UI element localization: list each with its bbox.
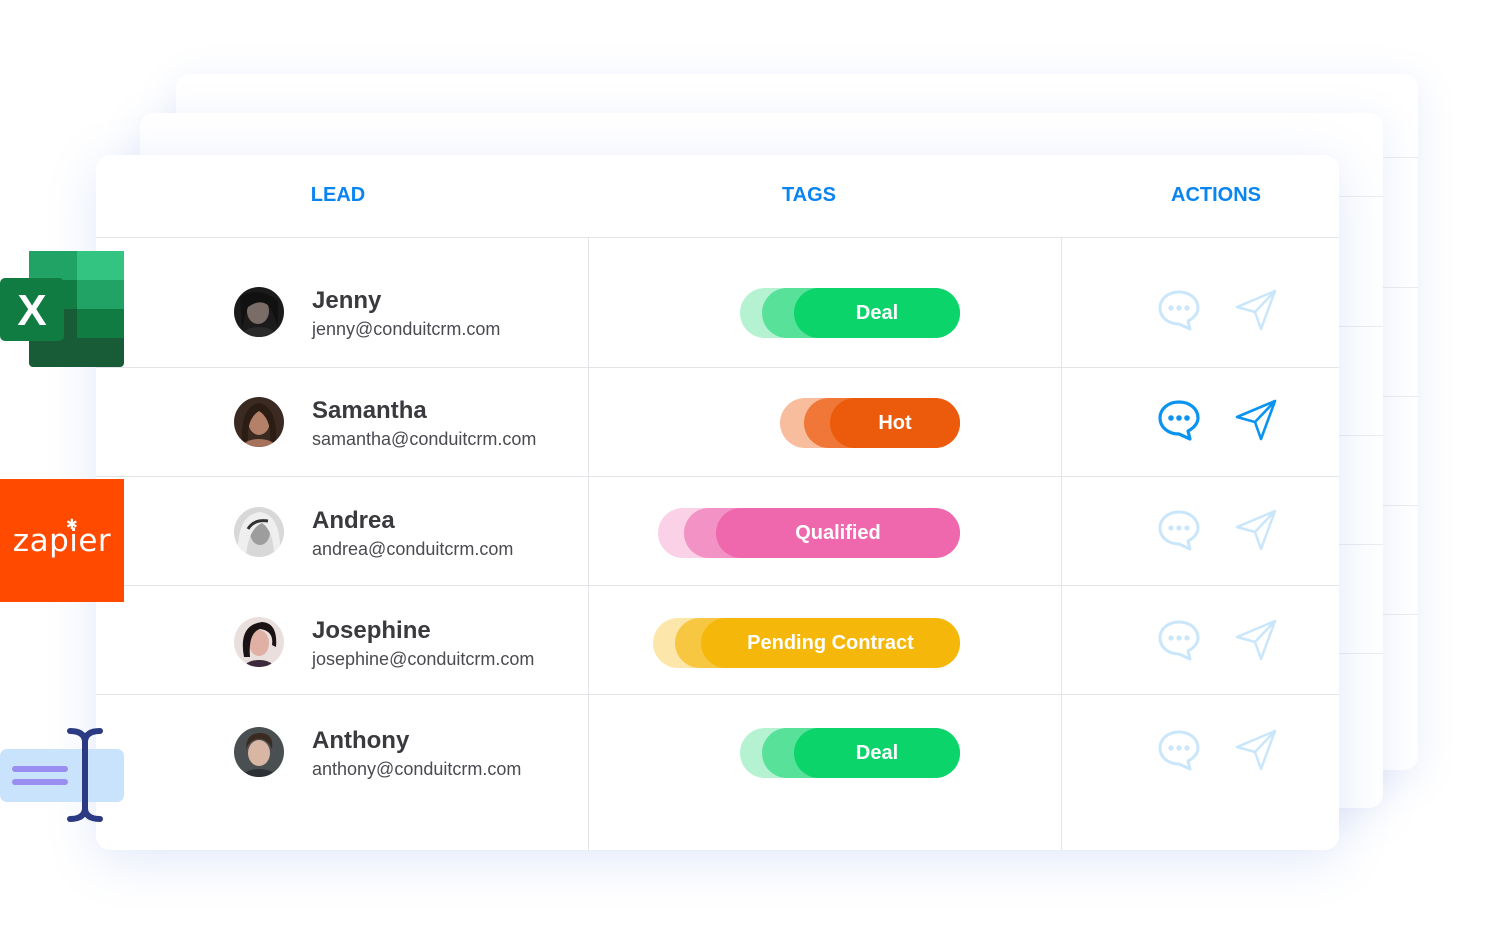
column-header-lead[interactable]: LEAD — [238, 183, 438, 207]
avatar — [234, 287, 284, 337]
chat-icon[interactable] — [1157, 728, 1201, 772]
tag-pill[interactable]: Hot — [780, 398, 960, 448]
chat-icon[interactable] — [1157, 398, 1201, 442]
send-icon[interactable] — [1234, 398, 1278, 442]
avatar — [234, 397, 284, 447]
divider — [1383, 157, 1418, 158]
send-icon[interactable] — [1234, 288, 1278, 332]
lead-email: andrea@conduitcrm.com — [312, 539, 514, 559]
excel-icon: X — [0, 251, 124, 367]
lead-email: anthony@conduitcrm.com — [312, 759, 522, 779]
chat-icon[interactable] — [1157, 618, 1201, 662]
lead-name[interactable]: Samantha — [312, 397, 427, 425]
send-icon[interactable] — [1234, 618, 1278, 662]
leads-table: LEAD TAGS ACTIONS Jenny jenny@conduitcrm… — [96, 155, 1339, 850]
lead-email: samantha@conduitcrm.com — [312, 429, 537, 449]
tag-pill[interactable]: Qualified — [658, 508, 960, 558]
divider — [1383, 396, 1418, 397]
zapier-label: zapier — [12, 523, 112, 559]
table-row[interactable]: Anthony anthony@conduitcrm.com Deal — [96, 697, 1339, 807]
column-header-actions[interactable]: ACTIONS — [1116, 183, 1316, 207]
send-icon[interactable] — [1234, 728, 1278, 772]
tag-label: Hot — [830, 398, 960, 448]
divider — [1339, 196, 1383, 197]
divider — [1339, 653, 1383, 654]
table-row[interactable]: Jenny jenny@conduitcrm.com Deal — [96, 257, 1339, 367]
lead-name[interactable]: Josephine — [312, 617, 431, 645]
lead-name[interactable]: Andrea — [312, 507, 395, 535]
send-icon[interactable] — [1234, 508, 1278, 552]
tag-pill[interactable]: Deal — [740, 728, 960, 778]
table-row[interactable]: Andrea andrea@conduitcrm.com Qualified — [96, 477, 1339, 587]
tag-pill[interactable]: Pending Contract — [653, 618, 960, 668]
column-header-tags[interactable]: TAGS — [709, 183, 909, 207]
divider — [1339, 435, 1383, 436]
zapier-asterisk: ✱ — [66, 516, 78, 532]
divider — [1383, 287, 1418, 288]
tag-label: Pending Contract — [701, 618, 960, 668]
divider — [1339, 544, 1383, 545]
table-row[interactable]: Samantha samantha@conduitcrm.com Hot — [96, 367, 1339, 477]
lead-name[interactable]: Anthony — [312, 727, 409, 755]
text-field-icon — [0, 727, 124, 823]
tag-label: Deal — [794, 288, 960, 338]
excel-letter: X — [17, 286, 46, 335]
avatar — [234, 727, 284, 777]
avatar — [234, 617, 284, 667]
divider — [1339, 326, 1383, 327]
lead-name[interactable]: Jenny — [312, 287, 381, 315]
tag-label: Qualified — [716, 508, 960, 558]
avatar — [234, 507, 284, 557]
tag-pill[interactable]: Deal — [740, 288, 960, 338]
zapier-icon: zapier ✱ — [0, 479, 124, 602]
header-divider — [96, 237, 1339, 238]
chat-icon[interactable] — [1157, 508, 1201, 552]
lead-email: josephine@conduitcrm.com — [312, 649, 535, 669]
divider — [1383, 505, 1418, 506]
divider — [1383, 614, 1418, 615]
chat-icon[interactable] — [1157, 288, 1201, 332]
table-row[interactable]: Josephine josephine@conduitcrm.com Pendi… — [96, 587, 1339, 697]
lead-email: jenny@conduitcrm.com — [312, 319, 501, 339]
tag-label: Deal — [794, 728, 960, 778]
